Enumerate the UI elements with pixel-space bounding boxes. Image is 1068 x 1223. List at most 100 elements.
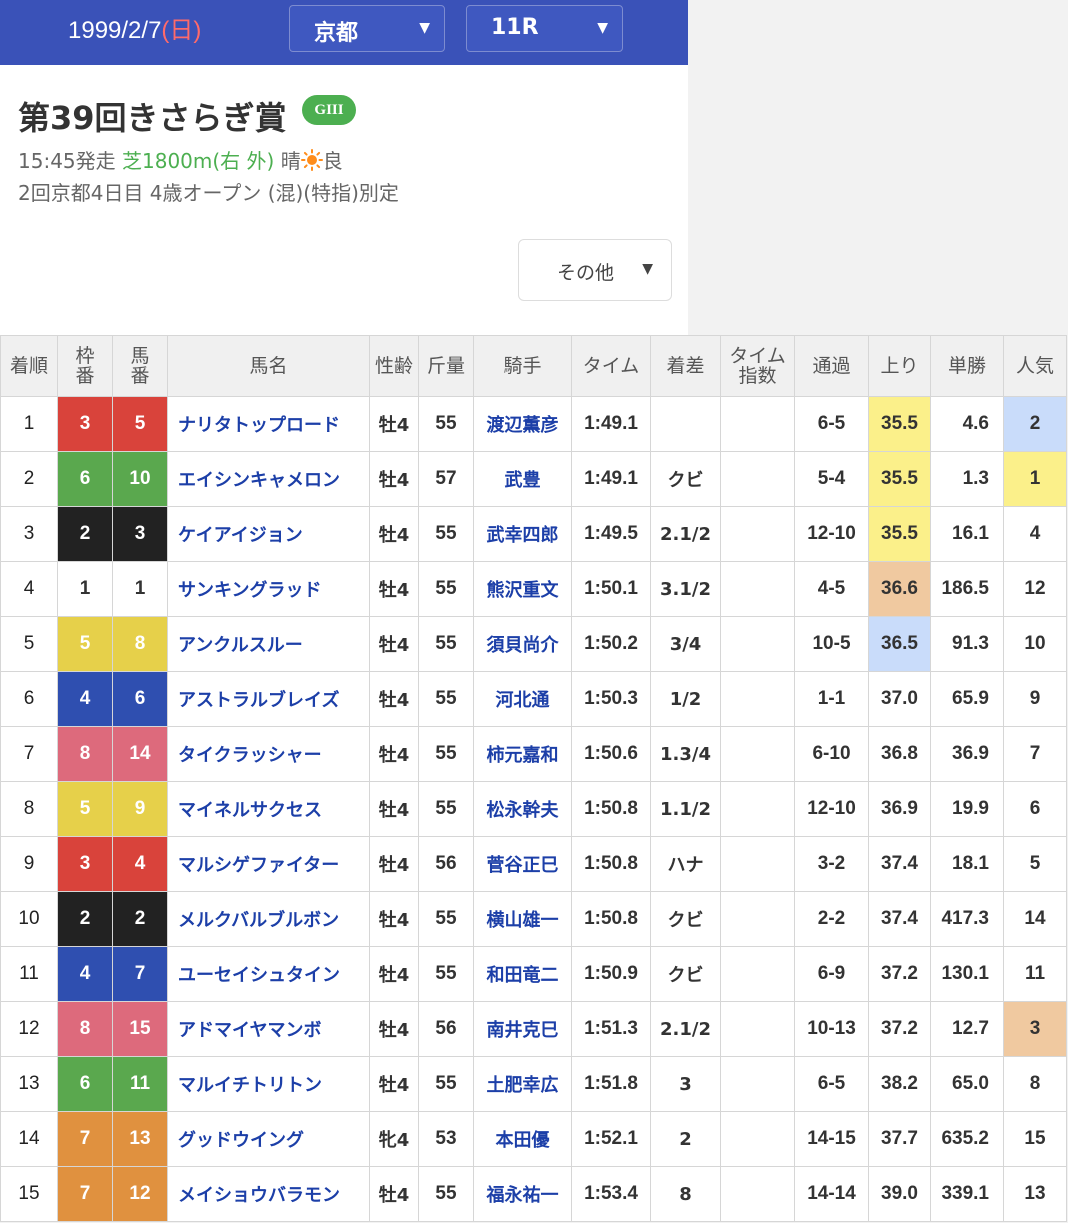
margin-cell: 1/2: [650, 671, 721, 727]
col-odds[interactable]: 単勝: [930, 335, 1004, 397]
passing-cell: 6-5: [794, 396, 869, 452]
horse-name-link[interactable]: メルクバルブルボン: [167, 891, 370, 947]
col-horse[interactable]: 馬名: [167, 335, 370, 397]
table-row: 15 7 12 メイショウバラモン 牡4 55 福永祐一 1:53.4 8 14-14 39.0 33…: [0, 1166, 1067, 1222]
time-index-cell: [720, 451, 795, 507]
jockey-name-link[interactable]: 土肥幸広: [473, 1056, 572, 1112]
rank-cell: 2: [0, 451, 58, 507]
race-details: 15:45発走 芝1800m(右 外) 晴良: [18, 145, 343, 176]
col-margin[interactable]: 着差: [650, 335, 721, 397]
waku-cell: 7: [57, 1111, 113, 1167]
popularity-cell: 8: [1003, 1056, 1067, 1112]
time-index-cell: [720, 506, 795, 562]
rank-cell: 8: [0, 781, 58, 837]
sex-age-cell: 牡4: [369, 1001, 419, 1057]
jockey-name-link[interactable]: 渡辺薫彦: [473, 396, 572, 452]
weight-cell: 55: [418, 1166, 474, 1222]
margin-cell: 2.1/2: [650, 506, 721, 562]
jockey-name-link[interactable]: 武豊: [473, 451, 572, 507]
jockey-name-link[interactable]: 和田竜二: [473, 946, 572, 1002]
sex-age-cell: 牡4: [369, 946, 419, 1002]
weight-cell: 53: [418, 1111, 474, 1167]
umaban-cell: 14: [112, 726, 168, 782]
race-date: 1999/2/7(日): [68, 10, 201, 45]
race-info-panel: 第39回きさらぎ賞 GIII 15:45発走 芝1800m(右 外) 晴良 2回…: [0, 65, 688, 335]
horse-name-link[interactable]: グッドウイング: [167, 1111, 370, 1167]
sun-icon: [300, 149, 323, 176]
umaban-cell: 12: [112, 1166, 168, 1222]
rank-cell: 13: [0, 1056, 58, 1112]
popularity-cell: 14: [1003, 891, 1067, 947]
horse-name-link[interactable]: ケイアイジョン: [167, 506, 370, 562]
horse-name-link[interactable]: ユーセイシュタイン: [167, 946, 370, 1002]
rank-cell: 7: [0, 726, 58, 782]
col-agari[interactable]: 上り: [868, 335, 931, 397]
col-passing[interactable]: 通過: [794, 335, 869, 397]
weight-cell: 55: [418, 781, 474, 837]
horse-name-link[interactable]: メイショウバラモン: [167, 1166, 370, 1222]
sex-age-cell: 牡4: [369, 1166, 419, 1222]
waku-cell: 4: [57, 671, 113, 727]
jockey-name-link[interactable]: 福永祐一: [473, 1166, 572, 1222]
col-umaban[interactable]: 馬番: [112, 335, 168, 397]
col-time[interactable]: タイム: [571, 335, 651, 397]
col-waku[interactable]: 枠番: [57, 335, 113, 397]
sex-age-cell: 牡4: [369, 561, 419, 617]
horse-name-link[interactable]: タイクラッシャー: [167, 726, 370, 782]
rank-cell: 12: [0, 1001, 58, 1057]
margin-cell: クビ: [650, 451, 721, 507]
time-cell: 1:50.9: [571, 946, 651, 1002]
waku-cell: 5: [57, 781, 113, 837]
jockey-name-link[interactable]: 武幸四郎: [473, 506, 572, 562]
margin-cell: 3: [650, 1056, 721, 1112]
waku-cell: 8: [57, 1001, 113, 1057]
weight-cell: 55: [418, 506, 474, 562]
col-rank[interactable]: 着順: [0, 335, 58, 397]
other-dropdown-button[interactable]: その他 ▼: [518, 239, 672, 301]
jockey-name-link[interactable]: 柿元嘉和: [473, 726, 572, 782]
table-row: 5 5 8 アンクルスルー 牡4 55 須貝尚介 1:50.2 3/4 10-5 36.5 91.3 1…: [0, 616, 1067, 672]
passing-cell: 12-10: [794, 506, 869, 562]
odds-cell: 36.9: [930, 726, 1004, 782]
jockey-name-link[interactable]: 南井克巳: [473, 1001, 572, 1057]
jockey-name-link[interactable]: 菅谷正巳: [473, 836, 572, 892]
umaban-cell: 1: [112, 561, 168, 617]
popularity-cell: 3: [1003, 1001, 1067, 1057]
col-weight[interactable]: 斤量: [418, 335, 474, 397]
jockey-name-link[interactable]: 本田優: [473, 1111, 572, 1167]
col-sex-age[interactable]: 性齢: [369, 335, 419, 397]
jockey-name-link[interactable]: 河北通: [473, 671, 572, 727]
col-time-index[interactable]: タイム 指数: [720, 335, 795, 397]
sex-age-cell: 牡4: [369, 781, 419, 837]
time-index-cell: [720, 671, 795, 727]
horse-name-link[interactable]: マルシゲファイター: [167, 836, 370, 892]
race-title: 第39回きさらぎ賞: [18, 99, 287, 137]
jockey-name-link[interactable]: 須貝尚介: [473, 616, 572, 672]
jockey-name-link[interactable]: 松永幹夫: [473, 781, 572, 837]
popularity-cell: 12: [1003, 561, 1067, 617]
horse-name-link[interactable]: アンクルスルー: [167, 616, 370, 672]
horse-name-link[interactable]: ナリタトップロード: [167, 396, 370, 452]
horse-name-link[interactable]: サンキングラッド: [167, 561, 370, 617]
jockey-name-link[interactable]: 熊沢重文: [473, 561, 572, 617]
horse-name-link[interactable]: アドマイヤマンボ: [167, 1001, 370, 1057]
horse-name-link[interactable]: マルイチトリトン: [167, 1056, 370, 1112]
horse-name-link[interactable]: エイシンキャメロン: [167, 451, 370, 507]
horse-name-link[interactable]: マイネルサクセス: [167, 781, 370, 837]
table-row: 3 2 3 ケイアイジョン 牡4 55 武幸四郎 1:49.5 2.1/2 12-10 35.5 16…: [0, 506, 1067, 562]
jockey-name-link[interactable]: 横山雄一: [473, 891, 572, 947]
rank-cell: 4: [0, 561, 58, 617]
margin-cell: 2: [650, 1111, 721, 1167]
rank-cell: 5: [0, 616, 58, 672]
odds-cell: 417.3: [930, 891, 1004, 947]
time-cell: 1:49.5: [571, 506, 651, 562]
race-number-select[interactable]: 11R ▼: [466, 5, 623, 52]
odds-cell: 339.1: [930, 1166, 1004, 1222]
time-cell: 1:50.6: [571, 726, 651, 782]
horse-name-link[interactable]: アストラルブレイズ: [167, 671, 370, 727]
venue-select[interactable]: 京都 ▼: [289, 5, 445, 52]
col-popularity[interactable]: 人気: [1003, 335, 1067, 397]
umaban-cell: 10: [112, 451, 168, 507]
umaban-cell: 3: [112, 506, 168, 562]
col-jockey[interactable]: 騎手: [473, 335, 572, 397]
